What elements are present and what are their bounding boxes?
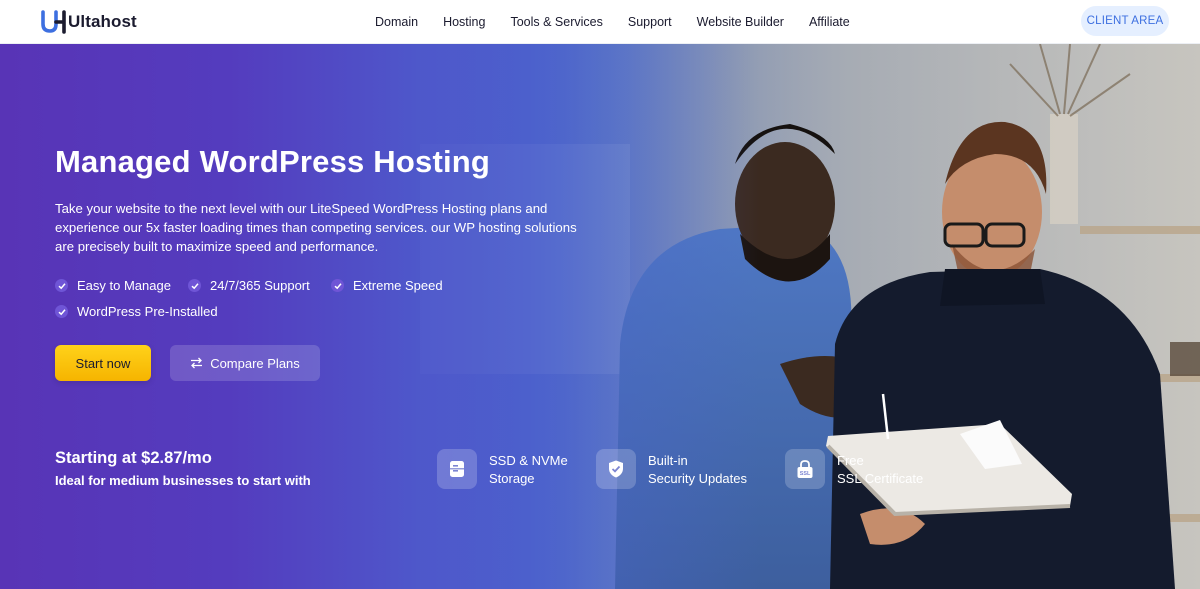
swap-arrows-icon — [191, 357, 203, 369]
badge-ssl: SSL Free SSL Certificate — [785, 449, 923, 489]
ssl-icon-text: SSL — [800, 471, 811, 477]
client-area-button[interactable]: CLIENT AREA — [1081, 6, 1169, 36]
logo[interactable]: Ultahost — [40, 10, 137, 34]
storage-icon — [437, 449, 477, 489]
badge-security: Built-in Security Updates — [596, 449, 747, 489]
ssl-lock-icon: SSL — [785, 449, 825, 489]
feature-extreme-speed: Extreme Speed — [331, 278, 443, 293]
badge-storage: SSD & NVMe Storage — [437, 449, 568, 489]
hero-section: Managed WordPress Hosting Take your webs… — [0, 44, 1200, 589]
check-icon — [55, 305, 68, 318]
menu-item-affiliate[interactable]: Affiliate — [809, 15, 850, 29]
badge-line2: SSL Certificate — [837, 471, 924, 486]
feature-label: Easy to Manage — [77, 278, 171, 293]
check-icon — [55, 279, 68, 292]
starting-price: Starting at $2.87/mo — [55, 449, 212, 467]
compare-plans-button[interactable]: Compare Plans — [170, 345, 320, 381]
logo-text: Ultahost — [68, 12, 137, 31]
feature-label: WordPress Pre-Installed — [77, 304, 218, 319]
feature-label: Extreme Speed — [353, 278, 443, 293]
badge-text: SSD & NVMe Storage — [489, 449, 568, 488]
feature-easy-to-manage: Easy to Manage — [55, 278, 171, 293]
menu-item-tools-services[interactable]: Tools & Services — [510, 15, 602, 29]
start-now-button[interactable]: Start now — [55, 345, 151, 381]
badge-line2: Security Updates — [648, 471, 747, 486]
hero-description: Take your website to the next level with… — [55, 201, 577, 254]
check-icon — [331, 279, 344, 292]
top-navigation: Ultahost Domain Hosting Tools & Services… — [0, 0, 1200, 44]
feature-support: 24/7/365 Support — [188, 278, 310, 293]
badge-line1: Built-in — [648, 453, 688, 468]
check-icon — [188, 279, 201, 292]
page-title: Managed WordPress Hosting — [55, 144, 491, 179]
menu-item-hosting[interactable]: Hosting — [443, 15, 485, 29]
menu-item-domain[interactable]: Domain — [375, 15, 418, 29]
ultahost-logo-icon — [41, 10, 66, 34]
compare-plans-label: Compare Plans — [210, 355, 300, 371]
badge-text: Free SSL Certificate — [837, 449, 923, 488]
main-menu: Domain Hosting Tools & Services Support … — [375, 0, 850, 44]
badge-text: Built-in Security Updates — [648, 449, 747, 488]
badge-line1: SSD & NVMe — [489, 453, 568, 468]
feature-label: 24/7/365 Support — [210, 278, 310, 293]
menu-item-website-builder[interactable]: Website Builder — [697, 15, 784, 29]
feature-wordpress-preinstalled: WordPress Pre-Installed — [55, 304, 218, 319]
badge-line1: Free — [837, 453, 864, 468]
shield-check-icon — [596, 449, 636, 489]
badge-line2: Storage — [489, 471, 535, 486]
price-subtitle: Ideal for medium businesses to start wit… — [55, 473, 311, 488]
menu-item-support[interactable]: Support — [628, 15, 672, 29]
